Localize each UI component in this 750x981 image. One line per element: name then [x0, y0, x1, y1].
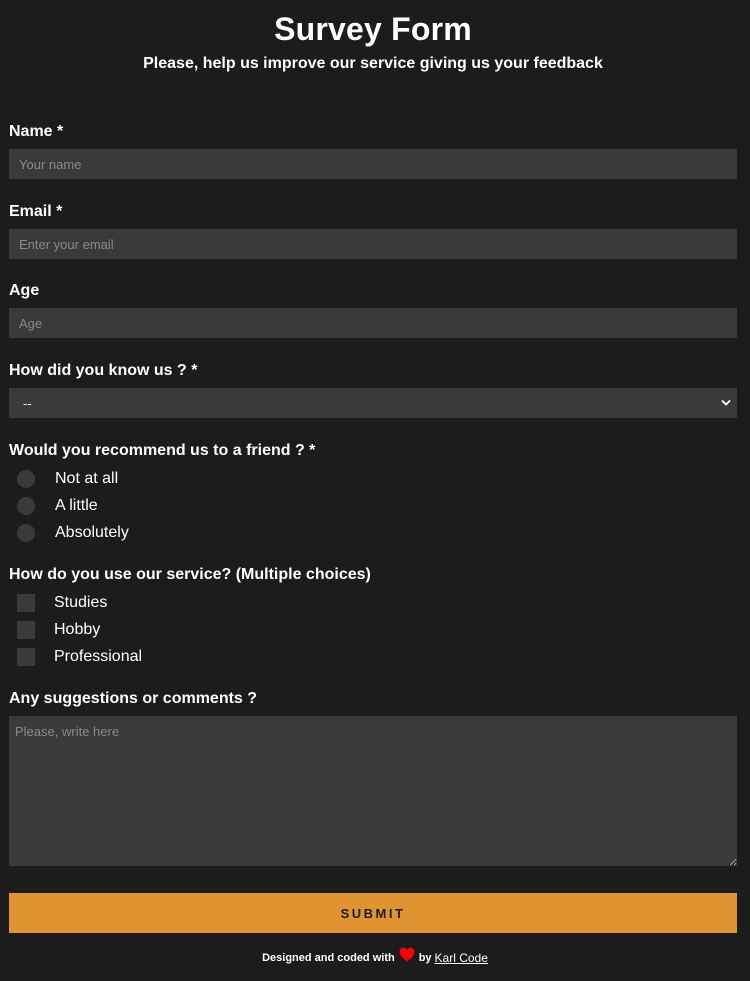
radio-button[interactable] — [17, 496, 35, 515]
recommend-option-not-at-all[interactable]: Not at all — [9, 465, 315, 492]
survey-page: Survey Form Please, help us improve our … — [0, 0, 750, 981]
option-label: Absolutely — [55, 523, 129, 541]
submit-button[interactable]: SUBMIT — [9, 893, 737, 933]
page-title: Survey Form — [274, 11, 472, 47]
option-label: Not at all — [55, 469, 119, 487]
source-field-group: How did you know us ? * -- — [9, 361, 737, 418]
email-field-group: Email * — [9, 202, 737, 259]
name-input[interactable] — [9, 149, 737, 179]
author-link[interactable]: Karl Code — [435, 951, 488, 965]
usage-option-hobby[interactable]: Hobby — [9, 616, 371, 643]
comments-field-group: Any suggestions or comments ? — [9, 689, 737, 866]
footer-credit-text: Designed and coded with — [262, 951, 395, 964]
comments-label: Any suggestions or comments ? — [9, 690, 258, 707]
recommend-option-absolutely[interactable]: Absolutely — [9, 519, 315, 546]
source-selected-value: -- — [23, 395, 32, 411]
usage-option-studies[interactable]: Studies — [9, 589, 371, 616]
email-input[interactable] — [9, 229, 737, 259]
usage-label: How do you use our service? (Multiple ch… — [9, 566, 371, 583]
footer: Designed and coded with by Karl Code — [0, 947, 750, 965]
usage-option-professional[interactable]: Professional — [9, 643, 371, 670]
recommend-label: Would you recommend us to a friend ? * — [9, 442, 316, 459]
email-label: Email * — [9, 203, 63, 220]
recommend-options: Not at all A little Absolutely — [9, 465, 315, 546]
usage-options: Studies Hobby Professional — [9, 589, 371, 670]
name-field-group: Name * — [9, 122, 737, 179]
option-label: Studies — [54, 593, 108, 611]
age-label: Age — [9, 282, 40, 299]
checkbox[interactable] — [17, 647, 35, 666]
age-field-group: Age — [9, 281, 737, 338]
checkbox[interactable] — [17, 620, 35, 639]
option-label: Professional — [54, 647, 143, 665]
name-label: Name * — [9, 123, 64, 140]
comments-textarea[interactable] — [9, 716, 737, 866]
recommend-option-a-little[interactable]: A little — [9, 492, 315, 519]
page-subtitle: Please, help us improve our service givi… — [143, 55, 603, 72]
chevron-down-icon — [721, 400, 731, 406]
source-dropdown[interactable]: -- — [9, 388, 737, 418]
usage-field-group: How do you use our service? (Multiple ch… — [9, 565, 371, 670]
option-label: A little — [55, 496, 98, 514]
heart-icon — [399, 947, 415, 962]
option-label: Hobby — [54, 620, 101, 638]
age-input[interactable] — [9, 308, 737, 338]
radio-button[interactable] — [17, 523, 35, 542]
footer-by-text: by — [418, 951, 432, 964]
radio-button[interactable] — [17, 469, 35, 488]
recommend-field-group: Would you recommend us to a friend ? * N… — [9, 441, 315, 546]
source-label: How did you know us ? * — [9, 362, 198, 379]
checkbox[interactable] — [17, 593, 35, 612]
